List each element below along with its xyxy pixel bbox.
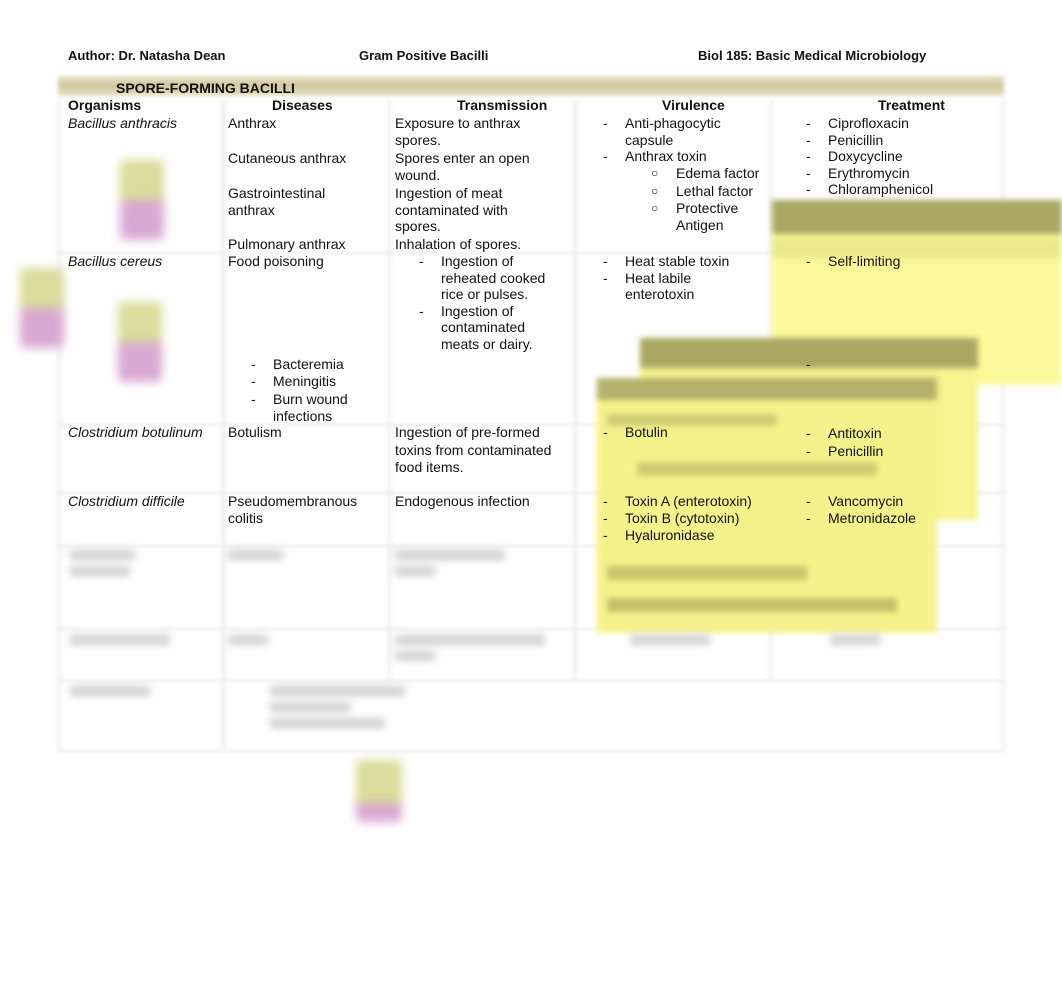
disease-item: Cutaneous anthrax bbox=[228, 150, 347, 166]
blurred-text bbox=[70, 686, 150, 696]
table-border-bottom bbox=[58, 750, 1004, 752]
course-title: Biol 185: Basic Medical Microbiology bbox=[698, 48, 927, 63]
blurred-text bbox=[395, 635, 545, 645]
treatment-item: Vancomycin bbox=[803, 493, 1003, 510]
row-divider bbox=[58, 680, 1004, 682]
virulence-list: Anti-phagocytic capsule Anthrax toxin bbox=[600, 115, 760, 165]
transmission-item: Exposure to anthrax spores. bbox=[395, 115, 521, 148]
disease-item: Gastrointestinal anthrax bbox=[228, 185, 326, 218]
organism-name: Clostridium botulinum bbox=[68, 424, 203, 440]
column-header-treatment: Treatment bbox=[878, 97, 945, 113]
transmission-list: Ingestion of reheated cooked rice or pul… bbox=[416, 253, 566, 352]
blurred-text bbox=[228, 635, 268, 645]
treatment-dash: - bbox=[806, 356, 811, 372]
table-border bbox=[574, 100, 577, 680]
organism-name: Clostridium difficile bbox=[68, 493, 185, 509]
virulence-item: Botulin bbox=[600, 424, 760, 441]
transmission-item: Endogenous infection bbox=[395, 493, 530, 509]
disease-item: Pulmonary anthrax bbox=[228, 236, 346, 252]
virulence-subitem: Protective Antigen bbox=[651, 200, 756, 233]
flask-image bbox=[120, 160, 164, 240]
treatment-item: Chloramphenicol bbox=[803, 181, 1003, 198]
blurred-text bbox=[270, 718, 385, 728]
section-title: SPORE-FORMING BACILLI bbox=[116, 80, 295, 96]
virulence-list: Toxin A (enterotoxin) Toxin B (cytotoxin… bbox=[600, 493, 770, 544]
column-header-transmission: Transmission bbox=[457, 97, 548, 113]
virulence-list: Heat stable toxin Heat labile enterotoxi… bbox=[600, 253, 760, 303]
disease-subitem: Meningitis bbox=[248, 373, 368, 390]
virulence-item: Toxin A (enterotoxin) bbox=[600, 493, 770, 510]
disease-subitem: Bacteremia bbox=[248, 356, 368, 373]
treatment-list: Vancomycin Metronidazole bbox=[803, 493, 1003, 527]
disease-item: Anthrax bbox=[228, 115, 277, 131]
treatment-item: Self-limiting bbox=[803, 253, 1003, 270]
disease-item: Food poisoning bbox=[228, 253, 324, 269]
virulence-item: Hyaluronidase bbox=[600, 527, 770, 544]
treatment-item: Metronidazole bbox=[803, 510, 1003, 527]
virulence-item: Anthrax toxin bbox=[600, 148, 760, 165]
virulence-item: Toxin B (cytotoxin) bbox=[600, 510, 770, 527]
disease-item: Botulism bbox=[228, 424, 282, 440]
blurred-text bbox=[395, 550, 505, 560]
flask-image bbox=[356, 760, 402, 822]
transmission-item: Ingestion of reheated cooked rice or pul… bbox=[416, 253, 566, 303]
virulence-item: Anti-phagocytic capsule bbox=[600, 115, 760, 148]
blurred-text bbox=[70, 566, 130, 576]
organism-name: Bacillus anthracis bbox=[68, 115, 177, 131]
transmission-item: Ingestion of meat contaminated with spor… bbox=[395, 185, 508, 234]
virulence-item: Heat stable toxin bbox=[600, 253, 760, 270]
transmission-item: Ingestion of contaminated meats or dairy… bbox=[416, 303, 566, 353]
virulence-subitem: Lethal factor bbox=[651, 183, 776, 200]
column-header-diseases: Diseases bbox=[272, 97, 333, 113]
table-border bbox=[388, 100, 391, 680]
transmission-item: Ingestion of pre-formed toxins from cont… bbox=[395, 424, 552, 475]
author-label: Author: Dr. Natasha Dean bbox=[68, 48, 226, 63]
virulence-subitem: Edema factor bbox=[651, 165, 776, 182]
blurred-text bbox=[395, 566, 435, 576]
treatment-item: Penicillin bbox=[803, 132, 1003, 149]
treatment-item: Penicillin bbox=[803, 442, 1003, 460]
transmission-item: Inhalation of spores. bbox=[395, 236, 522, 252]
blurred-text bbox=[270, 686, 405, 696]
column-header-organisms: Organisms bbox=[68, 97, 142, 113]
blurred-text bbox=[70, 635, 170, 645]
disease-item: Pseudomembranous colitis bbox=[228, 493, 358, 526]
treatment-item: Ciprofloxacin bbox=[803, 115, 1003, 132]
disease-subitem: Burn wound infections bbox=[248, 391, 368, 424]
flask-image bbox=[118, 302, 162, 382]
blurred-text bbox=[228, 550, 283, 560]
virulence-list: Botulin bbox=[600, 424, 760, 441]
blurred-text bbox=[395, 651, 435, 661]
treatment-list: Antitoxin Penicillin bbox=[803, 424, 1003, 460]
transmission-item: Spores enter an open wound. bbox=[395, 150, 530, 183]
treatment-item: Erythromycin bbox=[803, 165, 1003, 182]
blurred-text bbox=[830, 635, 880, 645]
blurred-text bbox=[630, 635, 710, 645]
document-topic: Gram Positive Bacilli bbox=[359, 48, 489, 63]
treatment-item: Doxycycline bbox=[803, 148, 1003, 165]
blurred-text bbox=[270, 702, 350, 712]
disease-sublist: Bacteremia Meningitis Burn wound infecti… bbox=[248, 356, 368, 424]
treatment-list: Self-limiting bbox=[803, 253, 1003, 270]
organism-name: Bacillus cereus bbox=[68, 253, 163, 269]
column-header-virulence: Virulence bbox=[662, 97, 725, 113]
treatment-item: Antitoxin bbox=[803, 424, 1003, 442]
flask-image bbox=[20, 268, 64, 348]
virulence-item: Heat labile enterotoxin bbox=[600, 270, 760, 303]
treatment-list: Ciprofloxacin Penicillin Doxycycline Ery… bbox=[803, 115, 1003, 198]
virulence-sublist: Edema factor Lethal factor Protective An… bbox=[651, 165, 776, 233]
blurred-text bbox=[70, 550, 135, 560]
